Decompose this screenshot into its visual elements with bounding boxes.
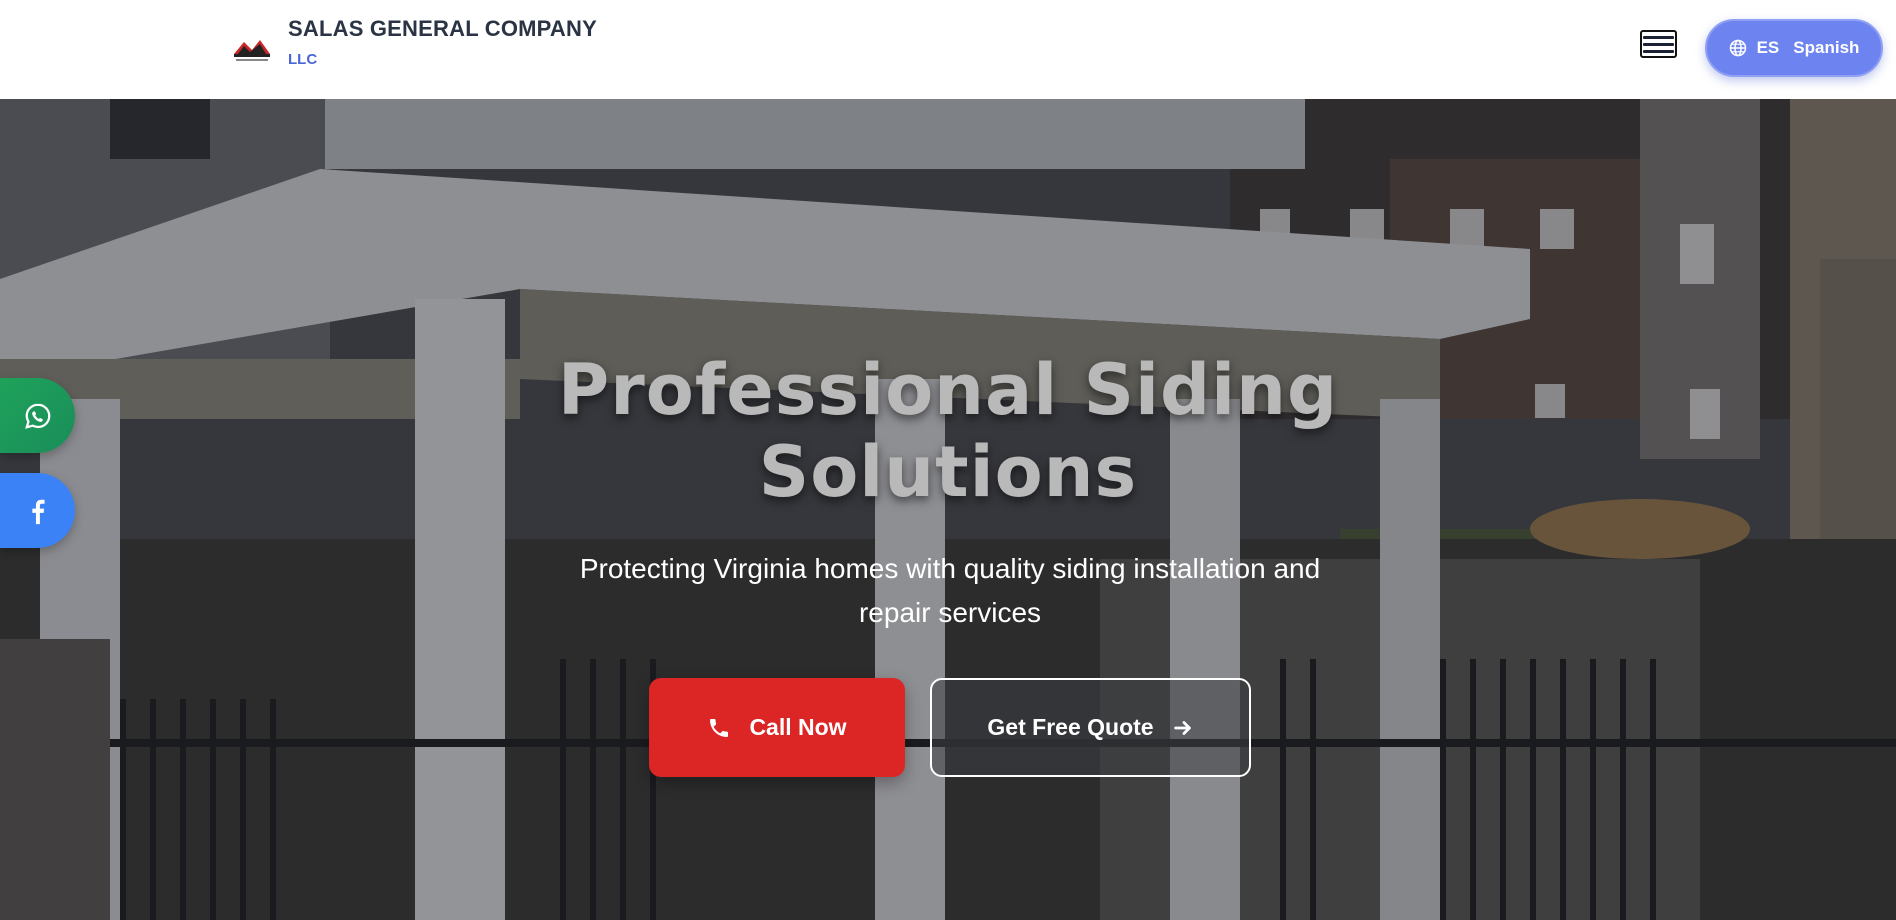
hero-section: Professional Siding Solutions Protecting… xyxy=(0,99,1896,920)
brand-name: SALAS GENERAL COMPANY xyxy=(288,16,597,41)
brand-subtitle: LLC xyxy=(288,51,318,68)
brand[interactable]: SALAS GENERAL COMPANY LLC xyxy=(230,16,597,72)
globe-icon xyxy=(1729,39,1746,57)
menu-button[interactable] xyxy=(1640,30,1677,58)
house-roof-logo-icon xyxy=(234,40,270,61)
get-free-quote-button[interactable]: Get Free Quote xyxy=(930,678,1251,777)
whatsapp-icon xyxy=(24,403,50,429)
call-now-label: Call Now xyxy=(749,714,847,740)
language-toggle-button[interactable]: ES Spanish xyxy=(1705,19,1883,77)
hamburger-line xyxy=(1643,42,1674,46)
whatsapp-button[interactable] xyxy=(0,378,75,453)
hero-title: Professional Siding Solutions xyxy=(557,349,1339,513)
facebook-icon xyxy=(31,499,45,524)
facebook-button[interactable] xyxy=(0,473,75,548)
language-code: ES xyxy=(1756,38,1780,57)
language-label: Spanish xyxy=(1793,38,1860,57)
hamburger-menu-icon xyxy=(1643,35,1674,39)
get-free-quote-label: Get Free Quote xyxy=(987,714,1154,740)
arrow-right-icon xyxy=(1173,720,1191,735)
hamburger-line xyxy=(1643,49,1674,53)
site-header: SALAS GENERAL COMPANY LLC ES Spanish xyxy=(0,0,1896,99)
hero-subtitle: Protecting Virginia homes with quality s… xyxy=(579,553,1321,628)
phone-icon xyxy=(710,718,729,737)
call-now-button[interactable]: Call Now xyxy=(649,678,905,777)
